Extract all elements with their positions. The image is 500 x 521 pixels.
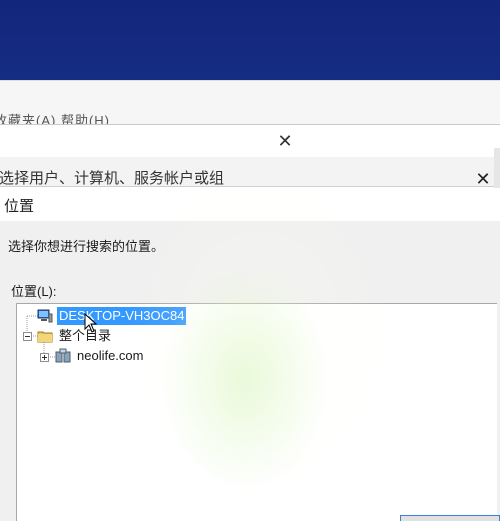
tree-item-label: neolife.com	[77, 348, 144, 363]
location-field-label: 位置(L):	[11, 284, 57, 299]
computer-icon	[37, 309, 53, 323]
location-dialog: 位置 选择你想进行搜索的位置。 位置(L): DESKTOP-VH3OC84 整…	[0, 186, 500, 521]
tree-item-entire-directory[interactable]: 整个目录	[37, 326, 113, 346]
location-dialog-titlebar: 位置	[0, 187, 500, 221]
screen: 收藏夹(A) 帮助(H) ✕ 选择用户、计算机、服务帐户或组 ✕ 位置 选择你想…	[0, 0, 500, 521]
expand-toggle[interactable]	[40, 353, 49, 362]
domain-icon	[55, 348, 71, 363]
menu-bar: 收藏夹(A) 帮助(H)	[0, 81, 500, 128]
select-dialog-title: 选择用户、计算机、服务帐户或组	[0, 170, 225, 187]
dialog-edge	[494, 148, 500, 188]
tree-item-domain[interactable]: neolife.com	[55, 346, 145, 366]
location-tree[interactable]: DESKTOP-VH3OC84 整个目录 neolife.com	[16, 303, 497, 521]
tree-item-desktop[interactable]: DESKTOP-VH3OC84	[37, 306, 187, 326]
location-dialog-title: 位置	[4, 198, 35, 215]
location-instruction: 选择你想进行搜索的位置。	[8, 239, 165, 254]
ok-button[interactable]	[400, 515, 500, 521]
folder-icon	[37, 331, 53, 343]
collapse-toggle[interactable]	[23, 332, 32, 341]
tree-item-label: DESKTOP-VH3OC84	[57, 307, 187, 325]
mouse-pointer-icon	[84, 313, 98, 333]
close-icon[interactable]: ✕	[273, 129, 297, 153]
select-dialog-titlebar: ✕	[0, 125, 500, 158]
